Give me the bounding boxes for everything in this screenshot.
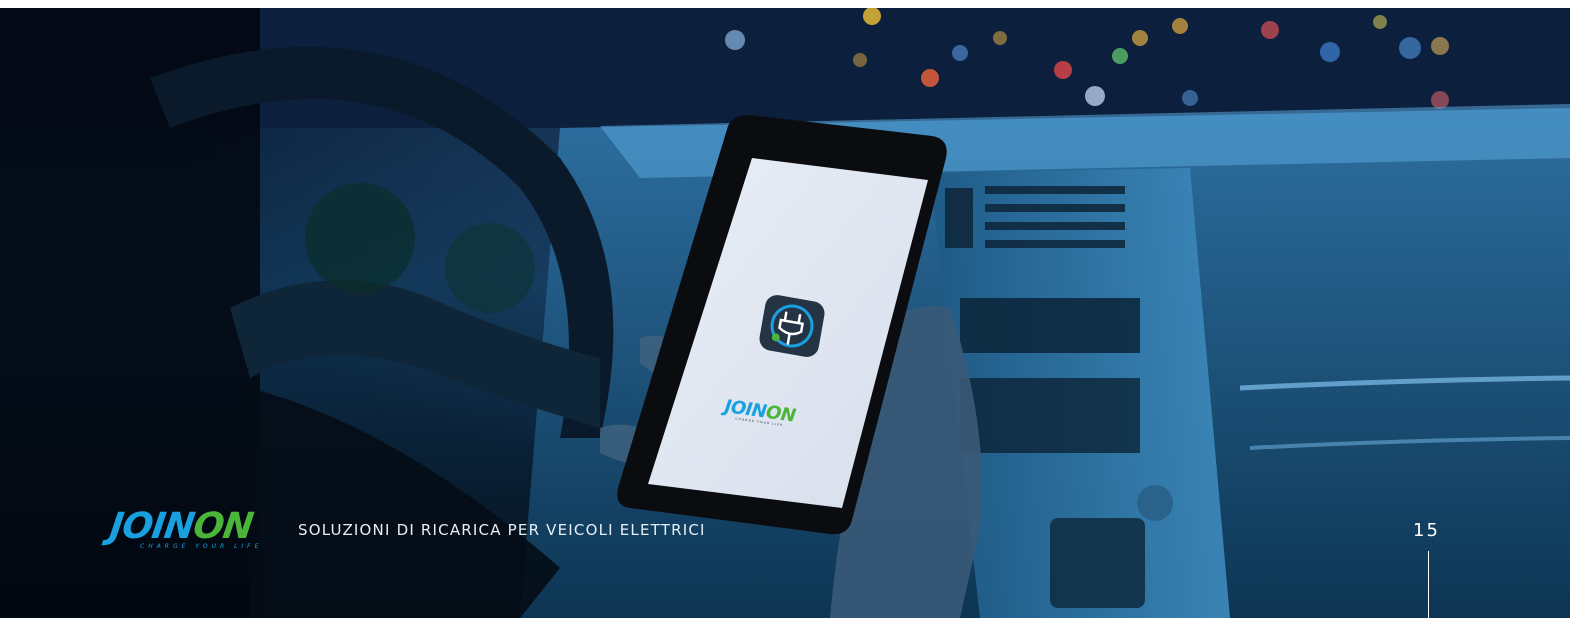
brochure-page: JOINON CHARGE YOUR LIFE JOINON CHARGE YO… [0, 0, 1589, 625]
app-icon [759, 295, 825, 357]
page-number-rule [1428, 551, 1429, 618]
console-knob [1137, 485, 1173, 521]
logo-on-text: ON [190, 506, 256, 547]
footer-title: SOLUZIONI DI RICARICA PER VEICOLI ELETTR… [298, 521, 706, 539]
gauge-cluster [305, 183, 415, 293]
console-lower-slot [960, 378, 1140, 453]
console-buttons [1050, 518, 1145, 608]
join-on-logo: JOINON CHARGE YOUR LIFE [107, 506, 280, 552]
page-number: 15 [1413, 520, 1440, 541]
logo-join-text: JOIN [107, 506, 197, 547]
console-display-slot [960, 298, 1140, 353]
